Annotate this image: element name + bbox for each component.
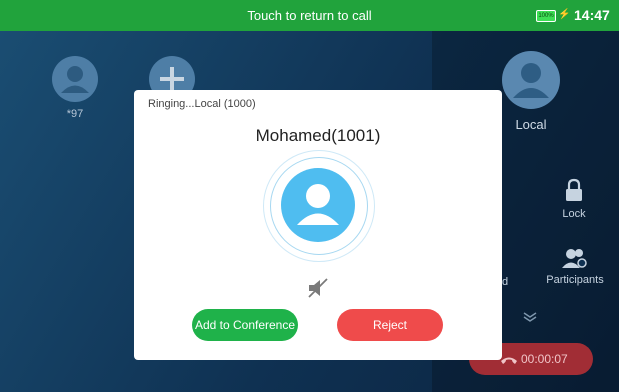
call-timer: 00:00:07 [521,352,568,366]
lock-button[interactable]: Lock [546,178,602,224]
status-bar[interactable]: Touch to return to call 100% ⚡ 14:47 [0,0,619,31]
person-icon [297,184,339,225]
contact-avatar-97[interactable] [52,56,98,102]
participants-label: Participants [546,274,604,286]
local-avatar [502,51,560,109]
chevron-down-icon[interactable] [522,310,538,322]
caller-name: Mohamed(1001) [255,126,381,145]
caller-avatar [281,168,355,242]
status-clock: 14:47 [574,7,610,23]
ringing-status: Ringing...Local (1000) [148,98,256,110]
person-icon [513,63,549,98]
return-to-call-banner[interactable]: Touch to return to call [0,0,619,31]
incoming-call-dialog: Ringing...Local (1000) Mohamed(1001) Add… [134,90,502,360]
lock-icon [566,178,582,201]
contact-label-97: *97 [66,108,84,120]
phone-hangup-icon [499,343,519,375]
lock-label: Lock [562,208,586,220]
add-to-conference-button[interactable]: Add to Conference [192,309,298,341]
person-icon [61,66,89,93]
participants-button[interactable]: Participants [541,247,609,291]
reject-button[interactable]: Reject [337,309,443,341]
charging-icon: ⚡ [558,9,571,20]
local-label: Local [515,117,547,132]
participants-icon [562,249,587,268]
battery-indicator: 100% [536,10,556,22]
speaker-mute-icon[interactable] [306,276,330,300]
